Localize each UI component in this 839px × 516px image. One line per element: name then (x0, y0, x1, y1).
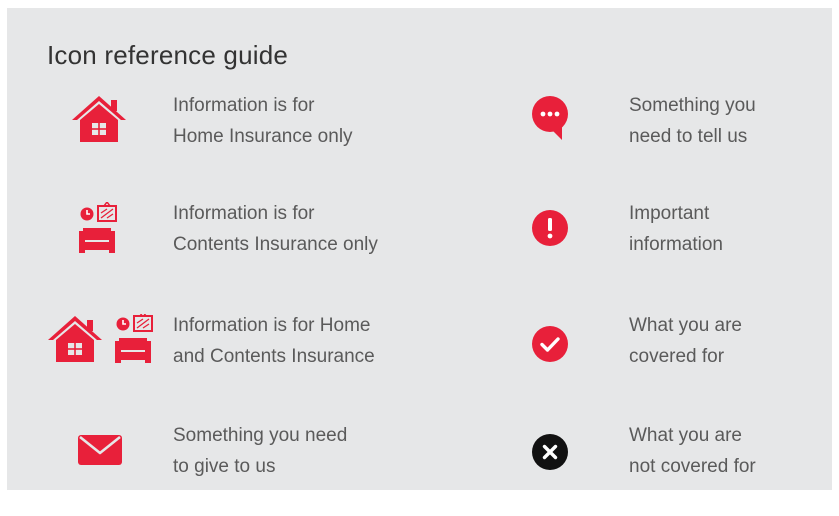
legend-item-tell-us: Something you need to tell us (503, 92, 839, 162)
legend-item-contents: Information is for Contents Insurance on… (47, 200, 427, 270)
legend-line-2: Contents Insurance only (173, 234, 378, 255)
legend-line-2: information (629, 234, 723, 255)
legend-line-1: What you are (629, 425, 742, 446)
sofa-contents-icon (79, 202, 117, 253)
legend-item-home-and-contents: Information is for Home and Contents Ins… (47, 312, 427, 382)
cross-icon (532, 434, 568, 470)
legend-line-1: Something you (629, 95, 756, 116)
speech-bubble-icon (532, 96, 568, 140)
legend-line-1: What you are (629, 315, 742, 336)
envelope-icon (78, 435, 122, 465)
legend-line-1: Something you need (173, 425, 348, 446)
legend-line-1: Information is for Home (173, 315, 371, 336)
legend-line-2: need to tell us (629, 126, 748, 147)
legend-line-2: Home Insurance only (173, 126, 353, 147)
legend-item-not-covered: What you are not covered for (503, 422, 839, 492)
legend-line-2: to give to us (173, 456, 276, 477)
legend-item-give-to-us: Something you need to give to us (47, 422, 427, 492)
exclamation-icon (532, 210, 568, 246)
legend-item-covered: What you are covered for (503, 312, 839, 382)
legend-line-2: covered for (629, 346, 725, 367)
house-icon (72, 96, 126, 142)
icon-reference-panel: Icon reference guide Information is for … (7, 8, 832, 490)
legend-line-1: Information is for (173, 203, 315, 224)
legend-line-2: not covered for (629, 456, 756, 477)
legend-line-1: Information is for (173, 95, 315, 116)
legend-line-1: Important (629, 203, 710, 224)
guide-title: Icon reference guide (47, 40, 289, 70)
legend-item-important: Important information (503, 200, 839, 270)
house-and-sofa-icon (48, 314, 153, 363)
checkmark-icon (532, 326, 568, 362)
legend-item-home: Information is for Home Insurance only (47, 92, 427, 162)
legend-line-2: and Contents Insurance (173, 346, 375, 367)
